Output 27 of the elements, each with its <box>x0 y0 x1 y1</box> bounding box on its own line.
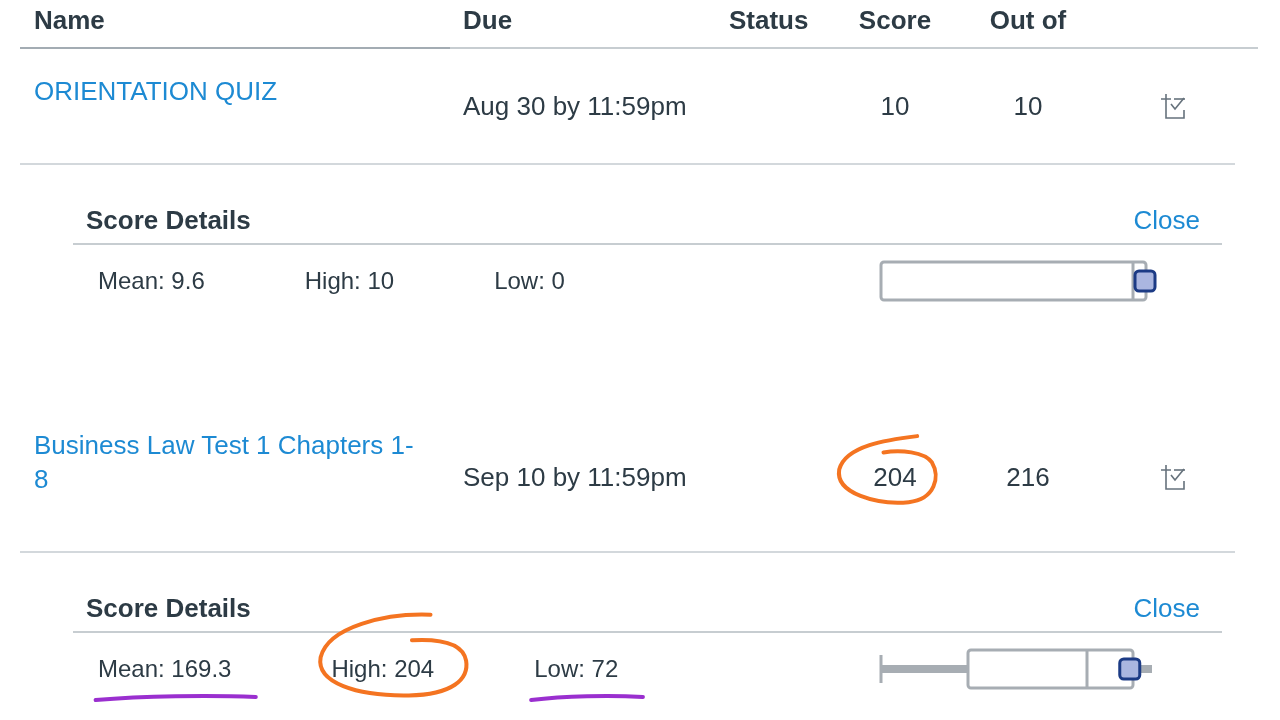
column-header: Due <box>463 5 513 35</box>
statistic-text: Low: 72 <box>534 654 619 682</box>
column-header: Score <box>858 5 932 35</box>
points-possible-text: 10 <box>1013 90 1043 123</box>
score-details-button[interactable] <box>1158 462 1188 492</box>
column-header: Status <box>729 5 809 35</box>
assignment-link[interactable]: ORIENTATION QUIZ <box>34 74 424 108</box>
score-details-button[interactable] <box>1158 91 1188 121</box>
plus-check-box-icon <box>1160 464 1186 490</box>
column-header: Out of <box>989 5 1067 35</box>
section-heading: Score Details <box>86 593 251 623</box>
close-link[interactable]: Close <box>1133 593 1200 623</box>
points-possible-text: 216 <box>1006 461 1050 494</box>
statistic-text: Mean: 169.3 <box>98 654 232 682</box>
column-header: Name <box>34 5 105 35</box>
due-date-text: Aug 30 by 11:59pm <box>463 91 687 121</box>
due-date-text: Sep 10 by 11:59pm <box>463 462 687 492</box>
close-link[interactable]: Close <box>1133 205 1200 235</box>
statistic-text: Low: 0 <box>494 266 565 294</box>
score-text: 204 <box>873 462 917 492</box>
score-text: 10 <box>880 91 910 121</box>
assignment-link[interactable]: Business Law Test 1 Chapters 1-8 <box>34 428 424 496</box>
statistic-text: High: 10 <box>304 266 395 294</box>
statistic-text: Mean: 9.6 <box>98 266 205 294</box>
plus-check-box-icon <box>1160 93 1186 119</box>
statistic-text: High: 204 <box>331 654 435 682</box>
section-heading: Score Details <box>86 205 251 235</box>
